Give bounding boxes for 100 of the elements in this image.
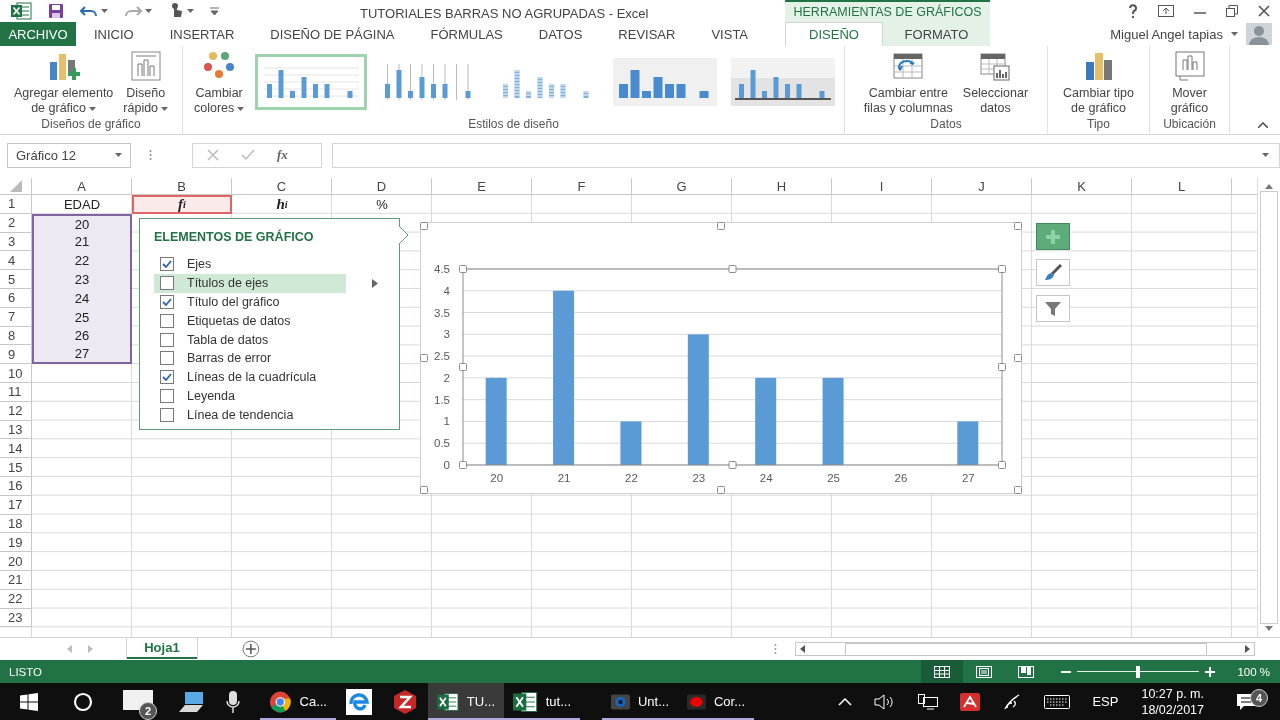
column-header[interactable]: D <box>332 178 432 195</box>
scroll-right-icon[interactable] <box>1244 645 1250 653</box>
resize-handle[interactable] <box>717 486 725 494</box>
taskbar-button[interactable]: Unt... <box>602 683 678 720</box>
collapse-ribbon-icon[interactable] <box>1258 122 1268 128</box>
save-icon[interactable] <box>48 3 64 19</box>
option-label[interactable]: Etiquetas de datos <box>187 313 291 328</box>
checkbox[interactable] <box>160 295 174 309</box>
checkbox[interactable] <box>160 257 174 272</box>
keyboard-icon[interactable] <box>1044 694 1071 709</box>
column-header[interactable]: F <box>532 178 632 195</box>
ribbon-display-icon[interactable] <box>1158 5 1174 17</box>
resize-handle[interactable] <box>998 461 1006 469</box>
checkbox[interactable] <box>160 332 174 347</box>
row-header[interactable]: 19 <box>0 533 32 553</box>
restore-icon[interactable] <box>1226 5 1238 17</box>
row-header[interactable]: 9 <box>0 345 32 365</box>
option-label[interactable]: Línea de tendencia <box>187 407 294 422</box>
help-icon[interactable] <box>1128 4 1138 18</box>
option-label[interactable]: Tabla de datos <box>187 332 269 347</box>
language-indicator[interactable]: ESP <box>1081 694 1130 709</box>
taskbar-button[interactable]: 2 <box>108 683 168 720</box>
checkbox[interactable] <box>160 370 174 385</box>
resize-handle[interactable] <box>717 222 725 230</box>
column-header[interactable]: C <box>232 178 332 195</box>
formula-field[interactable] <box>332 142 1280 168</box>
taskbar-button[interactable]: TU... <box>428 683 504 720</box>
chart-filters-button[interactable] <box>1036 295 1070 322</box>
spreadsheet-app-icon[interactable] <box>10 2 32 20</box>
clock-time[interactable]: 10:27 p. m. <box>1141 685 1204 702</box>
scroll-left-icon[interactable] <box>799 645 805 653</box>
close-icon[interactable] <box>1258 5 1270 17</box>
column-header[interactable]: I <box>832 178 932 195</box>
scroll-down-icon[interactable] <box>1265 626 1273 631</box>
normal-view-button[interactable] <box>921 660 964 683</box>
new-sheet-icon[interactable] <box>242 640 260 658</box>
row-header[interactable]: 4 <box>0 251 32 271</box>
column-header[interactable]: J <box>932 178 1032 195</box>
chevron-up-icon[interactable] <box>838 697 853 706</box>
more-options-icon[interactable] <box>149 149 152 161</box>
column-header[interactable]: E <box>432 178 532 195</box>
undo-icon[interactable] <box>80 4 98 18</box>
change-colors-button[interactable]: Cambiar colores <box>191 50 248 116</box>
scrollbar-thumb[interactable] <box>844 642 1207 656</box>
chart-style-thumbnail[interactable] <box>255 54 368 110</box>
option-label[interactable]: Ejes <box>187 257 212 272</box>
ribbon-tab[interactable]: DISEÑO <box>785 22 883 46</box>
row-header[interactable]: 15 <box>0 458 32 477</box>
column-header[interactable]: H <box>732 178 832 195</box>
clock-date[interactable]: 18/02/2017 <box>1141 701 1204 718</box>
resize-handle[interactable] <box>728 461 737 469</box>
row-header[interactable]: 1 <box>0 195 32 214</box>
resize-handle[interactable] <box>459 265 467 273</box>
ribbon-tab[interactable]: DISEÑO DE PÁGINA <box>252 22 413 46</box>
checkbox[interactable] <box>160 351 174 366</box>
quick-layout-button[interactable]: Diseño rápido <box>120 50 172 116</box>
taskbar-button[interactable]: Ca... <box>260 683 336 720</box>
name-box[interactable]: Gráfico 12 <box>7 142 131 168</box>
column-header[interactable]: L <box>1132 178 1232 195</box>
resize-handle[interactable] <box>420 354 428 362</box>
resize-handle[interactable] <box>420 486 428 494</box>
user-name[interactable]: Miguel Angel tapias <box>1110 26 1223 42</box>
ribbon-tab[interactable]: INSERTAR <box>151 22 253 46</box>
resize-handle[interactable] <box>998 265 1006 273</box>
customize-icon[interactable] <box>210 7 219 15</box>
bar[interactable] <box>957 421 979 465</box>
checkbox[interactable] <box>160 407 174 422</box>
option-label[interactable]: Leyenda <box>187 388 235 403</box>
zoom-in-icon[interactable] <box>1205 666 1216 677</box>
plot-area-outline[interactable] <box>462 268 1003 466</box>
row-header[interactable]: 14 <box>0 439 32 459</box>
ribbon-tab[interactable]: VISTA <box>693 22 767 46</box>
zoom-level[interactable]: 100 % <box>1237 665 1270 678</box>
ribbon-tab[interactable]: REVISAR <box>600 22 694 46</box>
add-chart-element-button[interactable]: Agregar elemento de gráfico <box>10 50 117 116</box>
ribbon-tab[interactable]: INICIO <box>76 22 152 46</box>
column-header[interactable]: K <box>1032 178 1132 195</box>
taskbar-button[interactable]: Cor... <box>678 683 754 720</box>
resize-handle[interactable] <box>459 363 467 371</box>
bar[interactable] <box>553 290 575 465</box>
resize-handle[interactable] <box>420 222 428 230</box>
resize-handle[interactable] <box>1014 222 1022 230</box>
chart-styles-button[interactable] <box>1036 259 1070 286</box>
row-header[interactable]: 20 <box>0 552 32 571</box>
ribbon-tab[interactable]: FORMATO <box>883 22 990 46</box>
sheet-tab[interactable]: Hoja1 <box>126 637 197 659</box>
bar[interactable] <box>755 377 777 465</box>
taskbar-button[interactable]: tut... <box>504 683 580 720</box>
ribbon-tab[interactable]: DATOS <box>520 22 601 46</box>
chart-elements-button[interactable] <box>1036 223 1070 250</box>
option-label[interactable]: Títulos de ejes <box>187 276 269 291</box>
option-label[interactable]: Barras de error <box>187 351 272 366</box>
antivirus-icon[interactable] <box>960 692 981 711</box>
checkbox[interactable] <box>160 388 174 403</box>
scroll-up-icon[interactable] <box>1265 184 1273 189</box>
splitter-icon[interactable] <box>773 643 777 655</box>
ribbon-tab[interactable]: FÓRMULAS <box>412 22 521 46</box>
file-tab[interactable]: ARCHIVO <box>0 22 76 46</box>
checkbox[interactable] <box>160 276 174 291</box>
zoom-slider-thumb[interactable] <box>1136 665 1141 678</box>
